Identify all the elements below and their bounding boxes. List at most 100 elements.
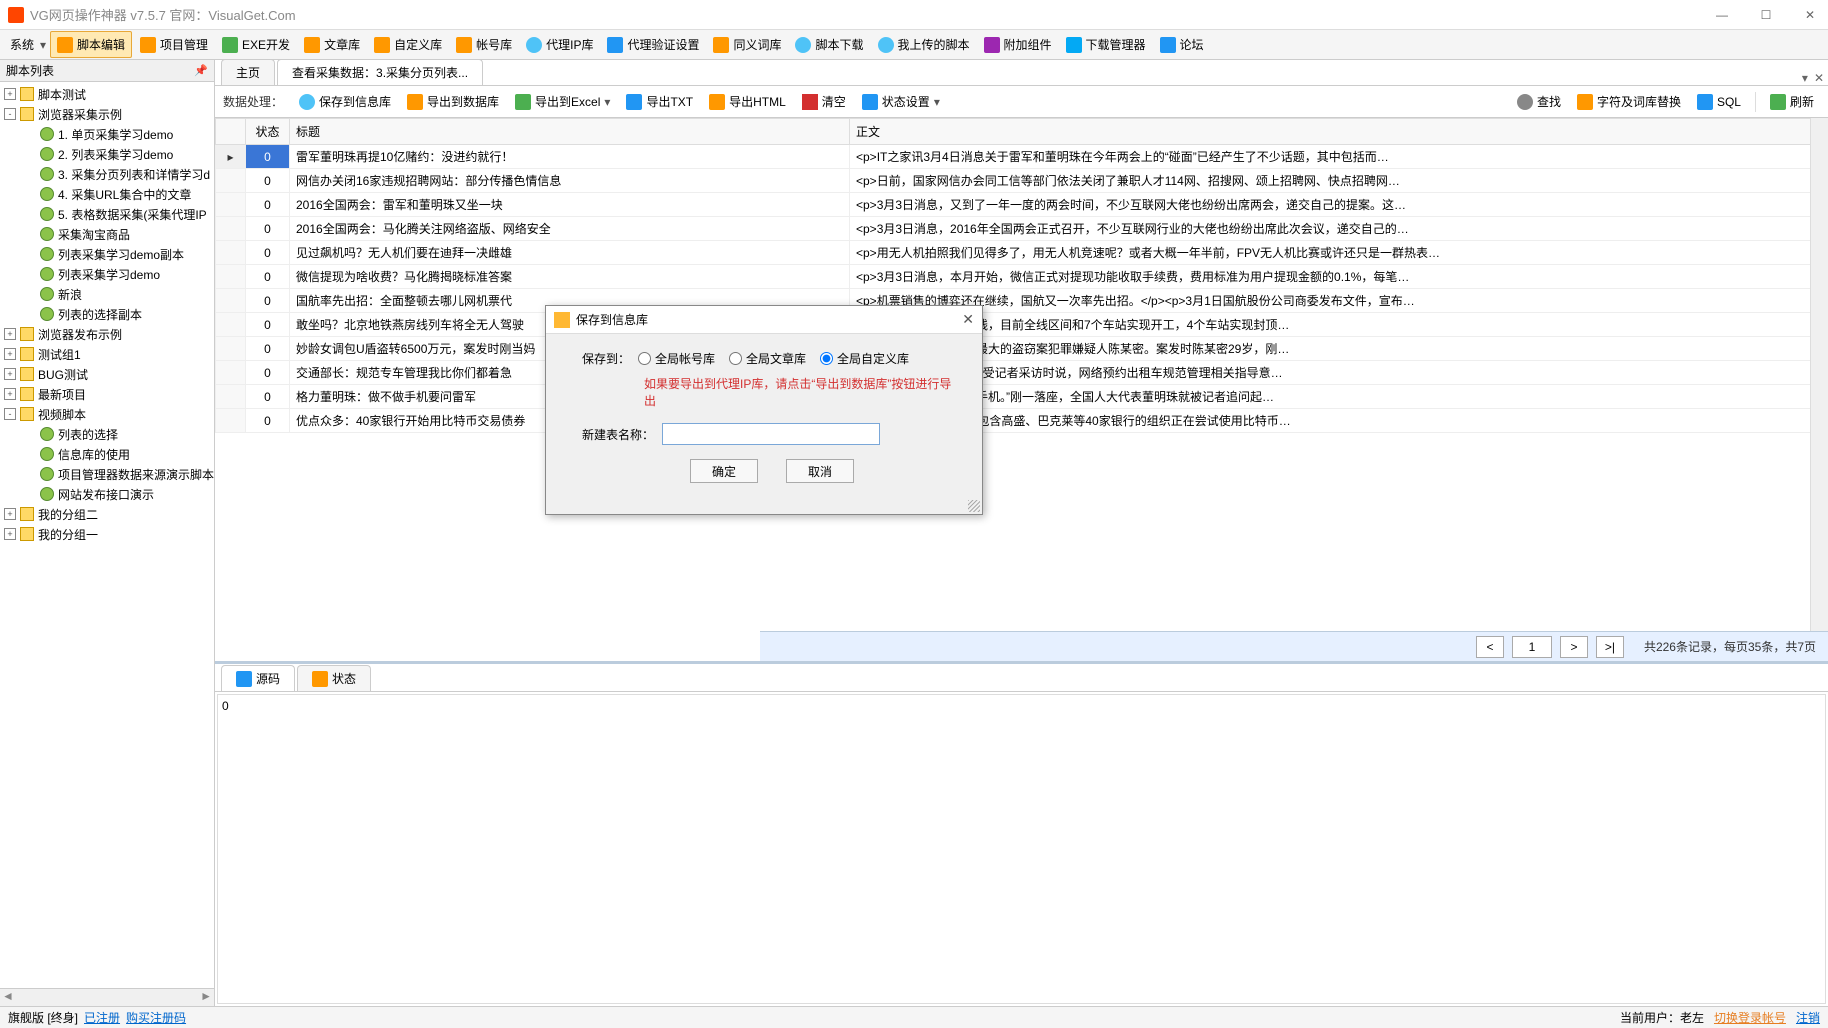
menu-article-lib[interactable]: 文章库 (298, 32, 366, 57)
tree-node[interactable]: +我的分组二 (0, 504, 214, 524)
tree-node[interactable]: 采集淘宝商品 (0, 224, 214, 244)
new-table-name-input[interactable] (662, 423, 880, 445)
pager-last-button[interactable]: >| (1596, 636, 1624, 658)
tab-close-icon[interactable]: ✕ (1814, 71, 1824, 85)
menu-my-uploaded-scripts[interactable]: 我上传的脚本 (872, 32, 976, 57)
sql-button[interactable]: SQL (1691, 92, 1747, 112)
tree-node[interactable]: 列表采集学习demo (0, 264, 214, 284)
status-settings-button[interactable]: 状态设置 (856, 91, 946, 112)
table-row[interactable]: 0微信提现为啥收费？马化腾揭晓标准答案<p>3月3日消息，本月开始，微信正式对提… (216, 265, 1828, 289)
scroll-left-icon[interactable]: ◄ (2, 989, 14, 1006)
table-row[interactable]: 02016全国两会：雷军和董明珠又坐一块<p>3月3日消息，又到了一年一度的两会… (216, 193, 1828, 217)
radio-option[interactable]: 全局文章库 (729, 350, 806, 367)
menu-exe-dev[interactable]: EXE开发 (216, 32, 296, 57)
dialog-resize-grip[interactable] (968, 500, 980, 512)
registered-link[interactable]: 已注册 (84, 1009, 120, 1026)
pager-prev-button[interactable]: < (1476, 636, 1504, 658)
tree-toggle-icon[interactable]: + (4, 348, 16, 360)
menu-proxy-verify-settings[interactable]: 代理验证设置 (601, 32, 705, 57)
tree-toggle-icon[interactable]: - (4, 408, 16, 420)
col-header-title[interactable]: 标题 (290, 119, 850, 145)
bottom-tab-source[interactable]: 源码 (221, 665, 295, 691)
pager-page-input[interactable] (1512, 636, 1552, 658)
menu-download-manager[interactable]: 下载管理器 (1060, 32, 1152, 57)
table-row[interactable]: 0见过飙机吗？无人机们要在迪拜一决雌雄<p>用无人机拍照我们见得多了，用无人机竞… (216, 241, 1828, 265)
data-grid[interactable]: 状态 标题 正文 ▸0雷军董明珠再提10亿赌约：没进约就行！<p>IT之家讯3月… (215, 118, 1828, 433)
radio-input[interactable] (729, 352, 742, 365)
tree-node[interactable]: 项目管理器数据来源演示脚本 (0, 464, 214, 484)
sidebar-pin-icon[interactable]: 📌 (194, 64, 208, 77)
tab-home[interactable]: 主页 (221, 60, 275, 85)
menu-project-manage[interactable]: 项目管理 (134, 32, 214, 57)
table-row[interactable]: 0国航率先出招：全面整顿去哪儿网机票代<p>机票销售的博弈还在继续，国航又一次率… (216, 289, 1828, 313)
tab-data-view[interactable]: 查看采集数据：3.采集分页列表... (277, 60, 483, 85)
search-button[interactable]: 查找 (1511, 91, 1567, 112)
clear-button[interactable]: 清空 (796, 91, 852, 112)
menu-script-edit[interactable]: 脚本编辑 (50, 31, 132, 58)
tree-node[interactable]: -视频脚本 (0, 404, 214, 424)
pager-next-button[interactable]: > (1560, 636, 1588, 658)
col-header-body[interactable]: 正文 (850, 119, 1828, 145)
script-tree[interactable]: +脚本测试-浏览器采集示例1. 单页采集学习demo2. 列表采集学习demo3… (0, 82, 214, 988)
menu-proxy-ip-lib[interactable]: 代理IP库 (520, 32, 599, 57)
radio-input[interactable] (638, 352, 651, 365)
dialog-titlebar[interactable]: 保存到信息库 ✕ (546, 306, 982, 334)
tree-toggle-icon[interactable]: + (4, 368, 16, 380)
table-row[interactable]: 0交通部长：规范专车管理我比你们都着急传堂3日在人民大会堂接受记者采访时说，网络… (216, 361, 1828, 385)
replace-button[interactable]: 字符及词库替换 (1571, 91, 1687, 112)
tree-node[interactable]: +脚本测试 (0, 84, 214, 104)
tree-node[interactable]: -浏览器采集示例 (0, 104, 214, 124)
tree-node[interactable]: 列表的选择副本 (0, 304, 214, 324)
radio-option[interactable]: 全局自定义库 (820, 350, 909, 367)
table-row[interactable]: 02016全国两会：马化腾关注网络盗版、网络安全<p>3月3日消息，2016年全… (216, 217, 1828, 241)
tree-node[interactable]: 新浪 (0, 284, 214, 304)
tree-node[interactable]: 4. 采集URL集合中的文章 (0, 184, 214, 204)
tree-toggle-icon[interactable]: + (4, 328, 16, 340)
menu-account-lib[interactable]: 帐号库 (450, 32, 518, 57)
tree-node[interactable]: 网站发布接口演示 (0, 484, 214, 504)
table-row[interactable]: 0妙龄女调包U盾盗转6500万元，案发时刚当妈批准逮捕晋江史上金额最大的盗窃案犯… (216, 337, 1828, 361)
table-row[interactable]: 0优点众多：40家银行开始用比特币交易债券外媒体cnbc报道，一个包含高盛、巴克… (216, 409, 1828, 433)
scroll-right-icon[interactable]: ► (200, 989, 212, 1006)
tree-node[interactable]: +测试组1 (0, 344, 214, 364)
tree-node[interactable]: 3. 采集分页列表和详情学习d (0, 164, 214, 184)
dialog-cancel-button[interactable]: 取消 (786, 459, 854, 483)
tree-toggle-icon[interactable]: + (4, 388, 16, 400)
tree-node[interactable]: 列表采集学习demo副本 (0, 244, 214, 264)
window-close-button[interactable]: ✕ (1800, 5, 1820, 25)
tree-node[interactable]: +最新项目 (0, 384, 214, 404)
menu-system[interactable]: 系统 (4, 32, 48, 57)
window-minimize-button[interactable]: — (1712, 5, 1732, 25)
tree-toggle-icon[interactable]: + (4, 508, 16, 520)
tree-node[interactable]: 1. 单页采集学习demo (0, 124, 214, 144)
table-row[interactable]: 0敢坐吗？北京地铁燕房线列车将全无人驾驶试运营的北京地铁燕房线，目前全线区间和7… (216, 313, 1828, 337)
refresh-button[interactable]: 刷新 (1764, 91, 1820, 112)
export-to-excel-button[interactable]: 导出到Excel (509, 91, 616, 112)
tree-node[interactable]: 信息库的使用 (0, 444, 214, 464)
buy-license-link[interactable]: 购买注册码 (126, 1009, 186, 1026)
export-txt-button[interactable]: 导出TXT (620, 91, 699, 112)
tree-toggle-icon[interactable]: + (4, 88, 16, 100)
radio-input[interactable] (820, 352, 833, 365)
menu-script-download[interactable]: 脚本下载 (789, 32, 869, 57)
logout-link[interactable]: 注销 (1796, 1009, 1820, 1026)
table-row[interactable]: 0格力董明珠：做不做手机要问雷军了，我们坐在一起聊聊手机。”刚一落座，全国人大代… (216, 385, 1828, 409)
menu-custom-lib[interactable]: 自定义库 (368, 32, 448, 57)
bottom-tab-status[interactable]: 状态 (297, 665, 371, 691)
tree-toggle-icon[interactable]: + (4, 528, 16, 540)
tree-node[interactable]: 列表的选择 (0, 424, 214, 444)
save-to-infolib-button[interactable]: 保存到信息库 (293, 91, 397, 112)
table-row[interactable]: ▸0雷军董明珠再提10亿赌约：没进约就行！<p>IT之家讯3月4日消息关于雷军和… (216, 145, 1828, 169)
dialog-close-button[interactable]: ✕ (962, 311, 974, 328)
export-to-db-button[interactable]: 导出到数据库 (401, 91, 505, 112)
window-maximize-button[interactable]: ☐ (1756, 5, 1776, 25)
col-header-status[interactable]: 状态 (246, 119, 290, 145)
tree-toggle-icon[interactable]: - (4, 108, 16, 120)
switch-account-link[interactable]: 切换登录帐号 (1714, 1009, 1786, 1026)
tree-node[interactable]: +BUG测试 (0, 364, 214, 384)
menu-addons[interactable]: 附加组件 (978, 32, 1058, 57)
grid-vertical-scrollbar[interactable] (1810, 118, 1828, 661)
dialog-ok-button[interactable]: 确定 (690, 459, 758, 483)
tab-dropdown-icon[interactable]: ▾ (1802, 71, 1808, 85)
radio-option[interactable]: 全局帐号库 (638, 350, 715, 367)
